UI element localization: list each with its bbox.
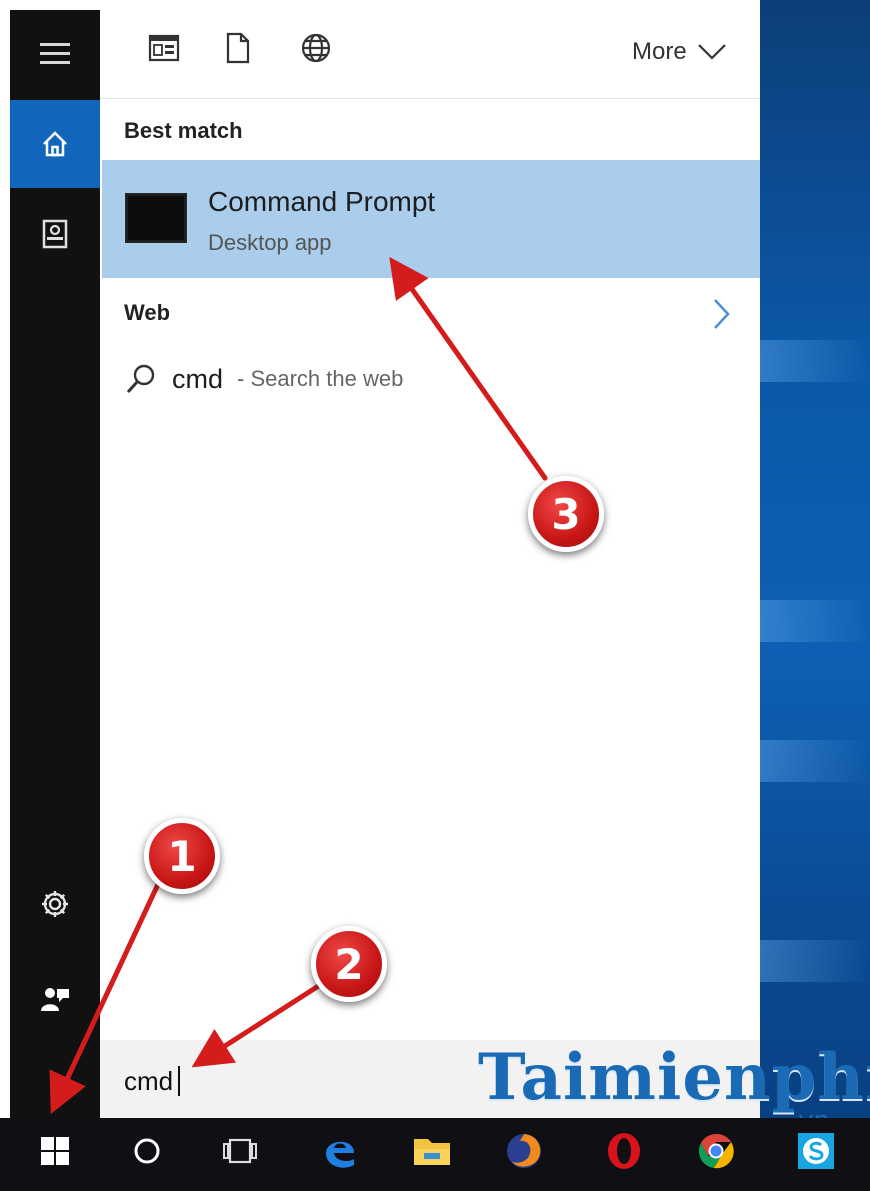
web-header: Web (124, 300, 171, 325)
web-search-result[interactable]: cmd - Search the web (124, 357, 403, 401)
notebook-icon (42, 219, 68, 249)
edge-icon (326, 1141, 354, 1168)
web-filter-icon (301, 33, 331, 63)
home-button[interactable] (10, 100, 100, 188)
watermark-logo: Taimienphi (478, 1040, 870, 1115)
best-match-header: Best match (124, 118, 243, 143)
feedback-icon (41, 988, 69, 1011)
file-explorer-icon (414, 1139, 450, 1165)
web-filter-button[interactable] (298, 30, 334, 66)
start-button[interactable] (15, 1118, 95, 1184)
settings-button[interactable] (10, 860, 100, 948)
result-title: Command Prompt (208, 186, 436, 217)
annotation-badge-1: 1 (144, 818, 220, 894)
apps-filter-icon (148, 34, 180, 62)
opera-icon (608, 1133, 640, 1169)
desktop-light-beam (760, 940, 870, 982)
search-input[interactable]: cmd (124, 1066, 173, 1097)
annotation-badge-3: 3 (528, 476, 604, 552)
text-caret (178, 1066, 180, 1096)
skype-button[interactable] (776, 1118, 856, 1184)
documents-filter-icon (226, 32, 250, 64)
skype-icon (798, 1133, 834, 1169)
start-icon (41, 1137, 69, 1165)
firefox-button[interactable] (484, 1118, 564, 1184)
best-match-result[interactable] (102, 160, 760, 278)
settings-icon (42, 891, 68, 917)
hamburger-menu-button[interactable] (10, 10, 100, 98)
more-label: More (632, 38, 687, 65)
home-icon (43, 131, 67, 157)
chrome-icon (698, 1133, 734, 1169)
web-query-text: cmd (172, 363, 224, 394)
cortana-button[interactable] (107, 1118, 187, 1184)
notebook-button[interactable] (10, 190, 100, 278)
desktop-light-beam (760, 600, 870, 642)
desktop-background (760, 0, 870, 1191)
edge-button[interactable] (300, 1118, 380, 1184)
result-subtitle: Desktop app (208, 230, 332, 255)
task-view-icon (223, 1138, 257, 1164)
documents-filter-button[interactable] (220, 30, 256, 66)
desktop-light-beam (760, 340, 870, 382)
cortana-icon (134, 1138, 160, 1164)
annotation-badge-2: 2 (311, 926, 387, 1002)
menu-icon (40, 43, 70, 64)
firefox-icon (507, 1134, 541, 1168)
file-explorer-button[interactable] (392, 1118, 472, 1184)
more-filters-button[interactable]: More (632, 37, 727, 67)
apps-filter-button[interactable] (146, 30, 182, 66)
command-prompt-icon (125, 193, 187, 243)
desktop-light-beam (760, 740, 870, 782)
task-view-button[interactable] (200, 1118, 280, 1184)
chevron-right-icon[interactable] (706, 296, 736, 332)
opera-button[interactable] (584, 1118, 664, 1184)
chrome-button[interactable] (676, 1118, 756, 1184)
feedback-button[interactable] (10, 955, 100, 1043)
web-query-suffix: - Search the web (237, 366, 404, 391)
chevron-down-icon (697, 44, 726, 60)
search-icon (126, 364, 155, 394)
